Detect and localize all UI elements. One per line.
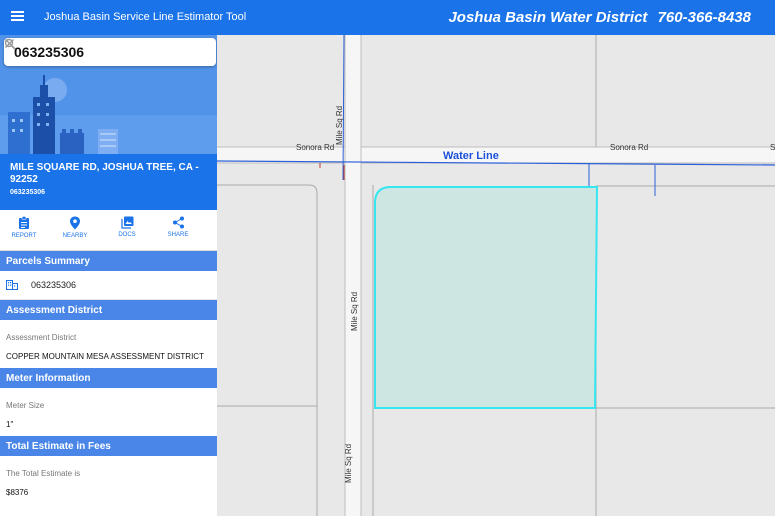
report-button[interactable]: REPORT [4, 216, 44, 239]
road-label-sonora: S [770, 143, 775, 152]
search-input[interactable] [14, 44, 164, 60]
info-sidebar: MILE SQUARE RD, JOSHUA TREE, CA - 92252 … [0, 35, 217, 516]
close-icon[interactable] [4, 38, 15, 49]
district-banner: Joshua Basin Water District 760-366-8438 [448, 9, 751, 26]
docs-icon [120, 216, 133, 229]
assessment-district-label: Assessment District [6, 333, 77, 342]
docs-button[interactable]: DOCS [107, 216, 147, 238]
parcel-row[interactable]: 063235306 [0, 271, 217, 300]
assessment-district-header[interactable]: Assessment District [0, 300, 217, 320]
meter-size-label: Meter Size [6, 401, 45, 410]
building-icon [6, 280, 18, 290]
selected-parcel[interactable] [374, 186, 599, 409]
share-label: SHARE [167, 232, 189, 238]
map-canvas[interactable] [217, 35, 775, 516]
district-name: Joshua Basin Water District [448, 9, 648, 26]
total-estimate-value: $8376 [6, 488, 29, 497]
report-icon [19, 216, 29, 229]
parcels-summary-header[interactable]: Parcels Summary [0, 251, 217, 271]
hamburger-menu-icon[interactable] [11, 11, 24, 23]
road-label-mile-sq: Mile Sq Rd [335, 105, 344, 145]
location-pin-icon [70, 216, 80, 230]
nearby-label: NEARBY [62, 233, 88, 239]
road-label-sonora: Sonora Rd [296, 143, 335, 152]
app-title: Joshua Basin Service Line Estimator Tool [44, 11, 247, 23]
total-estimate-label: The Total Estimate is [6, 469, 81, 478]
address-panel: MILE SQUARE RD, JOSHUA TREE, CA - 92252 … [0, 154, 217, 210]
total-estimate-row: The Total Estimate is $8376 [0, 456, 217, 504]
water-line-label: Water Line [443, 150, 499, 162]
action-bar: REPORT NEARBY DOCS SHARE [0, 210, 217, 251]
search-bar [4, 38, 216, 66]
total-estimate-header[interactable]: Total Estimate in Fees [0, 436, 217, 456]
nearby-button[interactable]: NEARBY [55, 216, 95, 239]
docs-label: DOCS [118, 232, 136, 238]
share-button[interactable]: SHARE [158, 216, 198, 238]
map-view[interactable]: Sonora Rd Sonora Rd S Mile Sq Rd Mile Sq… [217, 35, 775, 516]
report-label: REPORT [11, 233, 37, 239]
assessment-district-value: COPPER MOUNTAIN MESA ASSESSMENT DISTRICT [6, 352, 204, 361]
road-label-mile-sq: Mile Sq Rd [350, 291, 359, 331]
district-phone: 760-366-8438 [657, 9, 751, 26]
address-text: MILE SQUARE RD, JOSHUA TREE, CA - 92252 [10, 162, 199, 185]
share-icon [172, 216, 184, 229]
assessment-district-row: Assessment District COPPER MOUNTAIN MESA… [0, 320, 217, 368]
road-label-mile-sq: Mile Sq Rd [344, 443, 353, 483]
parcel-id-text: 063235306 [10, 189, 46, 196]
meter-size-row: Meter Size 1" [0, 388, 217, 436]
meter-information-header[interactable]: Meter Information [0, 368, 217, 388]
parcel-number: 063235306 [31, 280, 77, 290]
sidebar-hero: MILE SQUARE RD, JOSHUA TREE, CA - 92252 … [0, 35, 217, 210]
top-bar: Joshua Basin Service Line Estimator Tool… [0, 0, 775, 35]
app-root: Joshua Basin Service Line Estimator Tool… [0, 0, 775, 516]
road-label-sonora: Sonora Rd [610, 143, 649, 152]
meter-size-value: 1" [6, 420, 14, 429]
